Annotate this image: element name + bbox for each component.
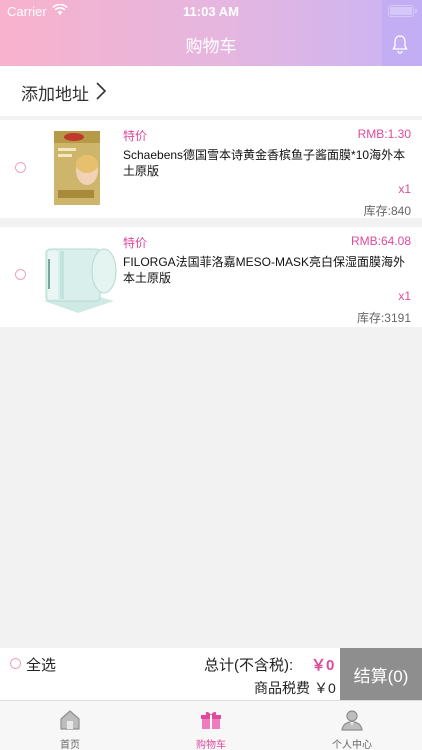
status-time: 11:03 AM xyxy=(183,4,239,19)
item-name[interactable]: Schaebens德国雪本诗黄金香槟鱼子酱面膜*10海外本土原版 xyxy=(123,147,413,179)
user-icon xyxy=(341,710,363,731)
tab-cart-label: 购物车 xyxy=(196,740,226,750)
cart-icon xyxy=(201,711,221,729)
item-price: RMB:64.08 xyxy=(350,234,411,248)
checkout-button[interactable]: 结算(0) xyxy=(340,648,422,700)
header: Carrier 11:03 AM 购物车 xyxy=(0,0,422,66)
product-image xyxy=(44,248,117,313)
item-stock: 库存:840 xyxy=(363,204,411,218)
home-icon xyxy=(60,710,80,730)
chevron-right-icon xyxy=(96,82,107,100)
tab-profile[interactable]: 个人中心 xyxy=(282,701,422,750)
status-bar: Carrier 11:03 AM xyxy=(0,0,422,22)
cart-item[interactable]: 特价 RMB:64.08 FILORGA法国菲洛嘉MESO-MASK亮白保湿面膜… xyxy=(0,227,422,327)
special-price-tag: 特价 xyxy=(123,129,148,143)
select-all-radio[interactable] xyxy=(10,658,21,669)
total-value: ￥0 xyxy=(311,657,335,674)
item-select-radio[interactable] xyxy=(15,162,26,173)
item-stock: 库存:3191 xyxy=(356,311,411,325)
tab-cart[interactable]: 购物车 xyxy=(141,701,281,750)
notification-button[interactable] xyxy=(382,0,422,66)
item-price: RMB:1.30 xyxy=(357,127,411,141)
item-quantity: x1 xyxy=(398,182,411,196)
item-quantity: x1 xyxy=(398,289,411,303)
checkout-bar: 全选 总计(不含税): ￥0 商品税费 ￥0 结算(0) xyxy=(0,648,422,700)
tab-home-label: 首页 xyxy=(60,740,80,750)
special-price-tag: 特价 xyxy=(123,236,148,250)
add-address-label: 添加地址 xyxy=(21,85,89,104)
item-select-radio[interactable] xyxy=(15,269,26,280)
tab-home[interactable]: 首页 xyxy=(0,701,140,750)
add-address-row[interactable]: 添加地址 xyxy=(0,66,422,116)
total-label: 总计(不含税): xyxy=(204,657,294,674)
bell-icon xyxy=(392,35,408,54)
page-title: 购物车 xyxy=(185,37,237,56)
select-all-label[interactable]: 全选 xyxy=(26,654,56,675)
item-name[interactable]: FILORGA法国菲洛嘉MESO-MASK亮白保湿面膜海外本土原版 xyxy=(123,254,413,286)
cart-item[interactable]: 特价 RMB:1.30 Schaebens德国雪本诗黄金香槟鱼子酱面膜*10海外… xyxy=(0,120,422,218)
tab-bar: 首页 购物车 个人中心 xyxy=(0,700,422,750)
tab-profile-label: 个人中心 xyxy=(332,740,372,750)
tax-label: 商品税费 xyxy=(254,680,310,696)
product-image xyxy=(54,131,100,205)
tax-value: ￥0 xyxy=(314,680,336,696)
